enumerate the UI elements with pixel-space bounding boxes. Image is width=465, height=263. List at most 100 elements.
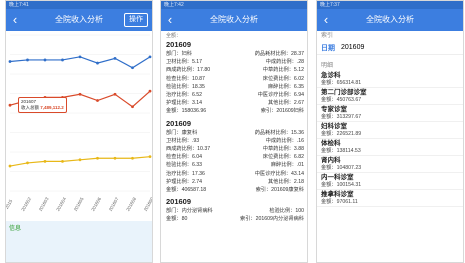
phone-chart-screen: 晚上7:41 ‹ 全院收入分析 操作 2015 201602 201603 20160… <box>5 0 153 263</box>
back-button[interactable]: ‹ <box>6 9 24 31</box>
record-card[interactable]: 201609 部门：妇科 药品耗材比例：28.37 卫材比例：5.17 中成药比例：… <box>166 40 304 116</box>
data-point[interactable] <box>78 158 82 162</box>
detail-item[interactable]: 体检科 金额：138114.53 <box>317 139 463 156</box>
data-point[interactable] <box>148 89 152 93</box>
data-point[interactable] <box>131 105 134 109</box>
record-row: 西成药比例：10.37 中草药比例：3.88 <box>166 145 304 153</box>
record-card[interactable]: 201609 部门：内分泌肾病科 检验比例：100 金额：80 索引：201609内… <box>166 197 304 223</box>
detail-item[interactable]: 第二门诊部诊室 金额：450763.67 <box>317 88 463 105</box>
record-row: 护理比例：2.74 其他比例：2.18 <box>166 178 304 186</box>
income-line-chart[interactable]: 2015 201602 201603 201604 201605 201606 201607… <box>6 31 152 219</box>
series-line-series-blue <box>9 56 151 69</box>
date-row[interactable]: 日期 201609 <box>317 41 463 55</box>
field: 部门：妇科 <box>166 51 192 57</box>
record-row: 治疗比例：6.52 中医诊疗比例：6.94 <box>166 91 304 99</box>
field: 床位费比例：6.02 <box>262 75 304 82</box>
field: 中成药比例：.28 <box>265 59 304 66</box>
data-point[interactable] <box>8 60 12 63</box>
record-header: 201609 <box>166 197 192 207</box>
data-point[interactable] <box>131 66 134 70</box>
data-point[interactable] <box>8 164 12 168</box>
x-tick-label: 201602 <box>20 196 32 212</box>
dept-amount: 金额：656314.81 <box>321 80 362 86</box>
x-tick-label: 201604 <box>55 196 67 212</box>
detail-item[interactable]: 肾内科 金额：104807.23 <box>317 156 463 173</box>
data-point[interactable] <box>148 155 152 159</box>
detail-item[interactable]: 急诊科 金额：656314.81 <box>317 71 463 88</box>
field: 索引：201609康复科 <box>255 187 304 194</box>
info-panel: 信息 <box>6 221 152 262</box>
x-tick-label: 201603 <box>38 196 50 212</box>
record-row: 卫材比例：.93 中成药比例：.16 <box>166 137 304 145</box>
data-point[interactable] <box>131 156 134 160</box>
data-point[interactable] <box>43 159 47 163</box>
record-header: 201609 <box>166 40 192 49</box>
field: 金额：158036.96 <box>166 108 207 115</box>
data-point[interactable] <box>61 58 64 62</box>
data-point[interactable] <box>113 57 117 60</box>
record-row: 金额：158036.96 索引：201609妇科 <box>166 107 304 115</box>
field: 治疗比例：6.52 <box>166 92 203 99</box>
field: 治疗比例：17.36 <box>166 170 205 177</box>
chart-tooltip: 201607 收入总额 7,489,112.2 <box>18 97 67 113</box>
back-button[interactable]: ‹ <box>161 9 179 31</box>
app-bar: ‹ 全院收入分析 操作 <box>6 9 152 31</box>
x-tick-label: 201607 <box>108 196 120 212</box>
data-point[interactable] <box>96 61 99 65</box>
status-bar: 晚上7:42 <box>161 1 307 9</box>
back-button[interactable]: ‹ <box>317 9 335 31</box>
record-row: 部门：妇科 药品耗材比例：28.37 <box>166 50 304 58</box>
field: 麻醉比例：6.35 <box>267 83 304 90</box>
field: 中医诊疗比例：43.14 <box>254 170 304 177</box>
field: 其他比例：2.67 <box>267 100 304 107</box>
field: 卫材比例：5.17 <box>166 59 203 66</box>
field: 检查比例：6.04 <box>166 154 203 161</box>
info-label: 信息 <box>9 226 22 232</box>
record-row: 部门：康复科 药品耗材比例：15.36 <box>166 129 304 137</box>
field: 索引：201609妇科 <box>260 108 304 115</box>
tooltip-value: 7,489,112.2 <box>40 105 64 110</box>
dept-amount: 金额：313297.67 <box>321 114 362 120</box>
detail-item[interactable]: 内一科诊室 金额：100154.31 <box>317 173 463 190</box>
dept-amount: 金额：138114.53 <box>321 148 361 154</box>
detail-item[interactable]: 专家诊室 金额：313297.67 <box>317 105 463 122</box>
record-row: 西成药比例：17.80 中草药比例：5.12 <box>166 66 304 74</box>
status-time: 晚上7:42 <box>164 2 184 8</box>
data-point[interactable] <box>78 55 82 59</box>
detail-item[interactable]: 推拿科诊室 金额：97061.11 <box>317 190 463 207</box>
app-bar: ‹ 全院收入分析 <box>161 9 307 31</box>
data-point[interactable] <box>78 92 82 96</box>
data-point[interactable] <box>61 159 64 163</box>
dept-name: 妇科诊室 <box>321 123 347 130</box>
data-point[interactable] <box>8 103 12 107</box>
data-point[interactable] <box>96 99 99 102</box>
chart-svg: 2015 201602 201603 201604 201605 201606 201607… <box>6 34 152 212</box>
field: 麻醉比例：.01 <box>270 162 304 169</box>
detail-item[interactable]: 妇科诊室 金额：226521.89 <box>317 122 463 139</box>
detail-list: 急诊科 金额：656314.81 第二门诊部诊室 金额：450763.67 专家诊室… <box>317 71 463 207</box>
dept-amount: 金额：104807.23 <box>321 165 362 171</box>
dept-name: 专家诊室 <box>321 106 347 113</box>
partial-row: 全额： <box>166 33 182 39</box>
record-card[interactable]: 201609 部门：康复科 药品耗材比例：15.36 卫材比例：.93 中成药比例：… <box>166 119 304 195</box>
data-point[interactable] <box>113 92 117 96</box>
data-point[interactable] <box>43 58 47 62</box>
data-point[interactable] <box>26 58 29 62</box>
record-row: 金额：406587.18 索引：201609康复科 <box>166 186 304 194</box>
record-row: 治疗比例：17.36 中医诊疗比例：43.14 <box>166 170 304 178</box>
dept-amount: 金额：100154.31 <box>321 182 362 188</box>
app-bar: ‹ 全院收入分析 <box>317 9 463 31</box>
status-bar: 晚上7:37 <box>317 1 463 9</box>
record-list[interactable]: 全额： 201609 部门：妇科 药品耗材比例：28.37 卫材比例：5.17 中成… <box>161 33 307 227</box>
operate-button[interactable]: 操作 <box>124 13 148 27</box>
data-point[interactable] <box>96 156 99 160</box>
dept-amount: 金额：97061.11 <box>321 199 358 205</box>
record-row: 检验比例：6.33 麻醉比例：.01 <box>166 161 304 169</box>
field: 中草药比例：3.88 <box>262 146 304 153</box>
detail-section-label: 明细 <box>321 63 334 69</box>
record-row: 检验比例：18.35 麻醉比例：6.35 <box>166 83 304 91</box>
data-point[interactable] <box>26 161 29 165</box>
data-point[interactable] <box>148 55 152 59</box>
data-point[interactable] <box>113 156 117 160</box>
field: 床位费比例：6.82 <box>262 154 304 161</box>
